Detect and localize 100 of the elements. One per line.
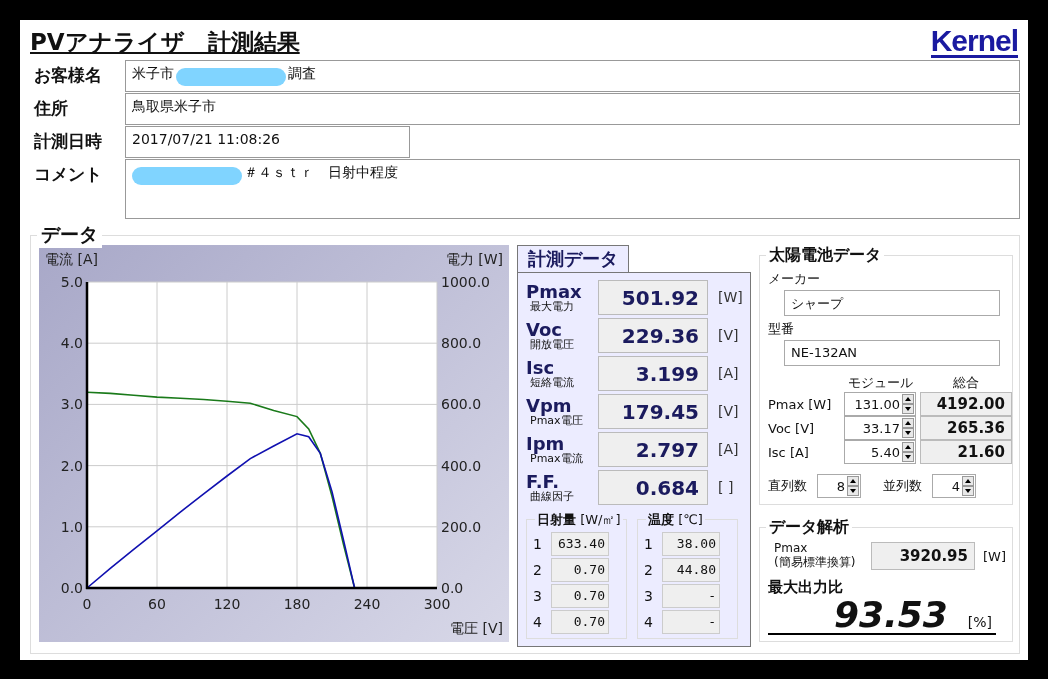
spin-up-button[interactable] [962, 476, 974, 486]
total-value: 21.60 [920, 440, 1012, 464]
sensor-index: 3 [644, 588, 654, 604]
group-title: 太陽電池データ [766, 245, 884, 266]
tick-label: 120 [213, 596, 241, 612]
unit-label: [V] [718, 403, 739, 419]
text-field[interactable]: 米子市 調査 [125, 60, 1020, 92]
field-label: Pmax [774, 542, 809, 556]
tick-label: 400.0 [441, 457, 482, 474]
spin-up-button[interactable] [902, 442, 914, 452]
metric-name: Pmax [526, 282, 583, 301]
sensor-index: 1 [533, 536, 543, 552]
metric-value: 179.45 [598, 393, 708, 429]
metric-subtitle: 短絡電流 [529, 376, 575, 388]
unit-label: [W] [718, 289, 743, 305]
spin-down-button[interactable] [902, 452, 914, 462]
row-label: Pmax [W] [768, 396, 833, 412]
sensor-index: 4 [533, 614, 543, 630]
caret-up-icon [905, 421, 911, 425]
field-label: 型番 [768, 320, 795, 338]
caret-down-icon [850, 489, 856, 493]
metric-subtitle: 曲線因子 [529, 490, 575, 502]
metric-value: 2.797 [598, 431, 708, 467]
total-value: 4192.00 [920, 392, 1012, 416]
field-label: メーカー [768, 270, 821, 288]
unit-label: [A] [718, 365, 739, 381]
caret-down-icon [905, 455, 911, 459]
row-label: Voc [V] [768, 420, 816, 436]
field-value: 米子市 [132, 65, 174, 83]
caret-down-icon [965, 489, 971, 493]
pmax-value: 3920.95 [870, 542, 975, 570]
spin-up-button[interactable] [902, 394, 914, 404]
metric-value: 501.92 [598, 279, 708, 315]
spin-down-button[interactable] [902, 428, 914, 438]
caret-down-icon [905, 431, 911, 435]
tick-label: 0.0 [60, 580, 83, 596]
field-label: コメント [33, 163, 103, 186]
sensor-value: 0.70 [551, 584, 609, 608]
sensor-index: 4 [644, 614, 654, 630]
field-value: 鳥取県米子市 [132, 98, 216, 116]
tick-label: 2.0 [60, 457, 83, 474]
text-field[interactable]: 鳥取県米子市 [125, 93, 1020, 125]
number-field[interactable]: 33.17 [844, 416, 916, 440]
tick-label: 0 [82, 596, 92, 612]
sensor-value: 38.00 [662, 532, 720, 556]
unit-label: [%] [967, 614, 992, 630]
metric-name: Isc [526, 358, 555, 377]
caret-up-icon [965, 479, 971, 483]
spin-up-button[interactable] [902, 418, 914, 428]
metric-value: 3.199 [598, 355, 708, 391]
tick-label: 800.0 [441, 335, 482, 352]
metric-name: Vpm [526, 396, 572, 415]
number-field[interactable]: 8 [817, 474, 861, 498]
sensor-value: - [662, 584, 720, 608]
text-field[interactable]: NE-132AN [784, 340, 1000, 366]
field-value: 調査 [288, 65, 316, 83]
tick-label: 5.0 [60, 274, 83, 290]
sensor-index: 2 [644, 562, 654, 578]
tick-label: 0.0 [441, 580, 464, 596]
metric-value: 0.684 [598, 469, 708, 505]
tick-label: 60 [148, 596, 166, 612]
sensor-index: 2 [533, 562, 543, 578]
caret-up-icon [905, 445, 911, 449]
ratio-value: 93.53 [833, 597, 948, 633]
row-label: Isc [A] [768, 444, 810, 460]
unit-label: [ ] [718, 479, 734, 495]
field-label: 最大出力比 [768, 578, 844, 597]
field-label: 並列数 [883, 477, 922, 495]
sensor-index: 1 [644, 536, 654, 552]
text-field[interactable]: ＃４ｓｔｒ 日射中程度 [125, 159, 1020, 219]
field-label: 住所 [33, 97, 69, 120]
spin-down-button[interactable] [962, 486, 974, 496]
caret-down-icon [905, 407, 911, 411]
field-label: (簡易標準換算) [774, 556, 857, 570]
logo: Kernel [930, 26, 1018, 58]
spin-up-button[interactable] [847, 476, 859, 486]
spin-down-button[interactable] [847, 486, 859, 496]
spin-down-button[interactable] [902, 404, 914, 414]
metric-subtitle: 開放電圧 [529, 338, 575, 350]
number-field[interactable]: 4 [932, 474, 976, 498]
field-label: 直列数 [768, 477, 807, 495]
caret-up-icon [850, 479, 856, 483]
tick-label: 1000.0 [441, 274, 490, 290]
tick-label: 300 [423, 596, 451, 612]
sensor-value: 44.80 [662, 558, 720, 582]
unit-label: [V] [718, 327, 739, 343]
group-title: 日射量 [W/㎡] [535, 511, 623, 529]
text-field[interactable]: シャープ [784, 290, 1000, 316]
unit-label: [W] [983, 548, 1006, 564]
field-label: 計測日時 [33, 130, 103, 153]
tick-label: 180 [283, 596, 311, 612]
sensor-value: 0.70 [551, 610, 609, 634]
tick-label: 3.0 [60, 396, 83, 413]
number-field[interactable]: 131.00 [844, 392, 916, 416]
field-value: ＃４ｓｔｒ 日射中程度 [244, 164, 398, 182]
number-field[interactable]: 5.40 [844, 440, 916, 464]
metric-name: F.F. [526, 472, 559, 491]
text-field[interactable]: 2017/07/21 11:08:26 [125, 126, 410, 158]
sensor-value: - [662, 610, 720, 634]
metric-subtitle: 最大電力 [529, 300, 575, 312]
